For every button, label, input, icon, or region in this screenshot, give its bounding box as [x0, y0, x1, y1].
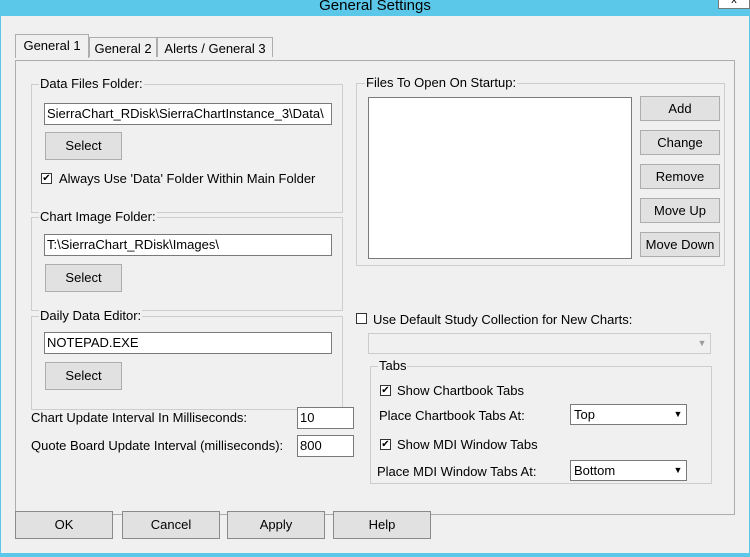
- place-chartbook-tabs-dropdown[interactable]: Top ▼: [570, 404, 687, 425]
- tabs-group-label: Tabs: [378, 358, 408, 373]
- show-chartbook-tabs-checkbox[interactable]: ✔: [380, 385, 391, 396]
- startup-files-label: Files To Open On Startup:: [365, 75, 518, 90]
- chart-update-interval-input[interactable]: 10: [297, 407, 354, 429]
- chevron-down-icon: ▼: [697, 338, 707, 348]
- change-button[interactable]: Change: [640, 130, 720, 155]
- move-down-button[interactable]: Move Down: [640, 232, 720, 257]
- chart-update-interval-label: Chart Update Interval In Milliseconds:: [31, 410, 248, 425]
- cancel-button[interactable]: Cancel: [122, 511, 220, 539]
- place-chartbook-tabs-label: Place Chartbook Tabs At:: [379, 408, 525, 423]
- quote-board-interval-label: Quote Board Update Interval (millisecond…: [31, 438, 284, 453]
- move-up-button[interactable]: Move Up: [640, 198, 720, 223]
- data-files-select-button[interactable]: Select: [45, 132, 122, 160]
- data-files-label: Data Files Folder:: [39, 76, 144, 91]
- chart-image-select-button[interactable]: Select: [45, 264, 122, 292]
- help-button[interactable]: Help: [333, 511, 431, 539]
- title-bar: General Settings x: [0, 0, 750, 16]
- always-use-data-folder-label: Always Use 'Data' Folder Within Main Fol…: [59, 171, 316, 186]
- quote-board-interval-input[interactable]: 800: [297, 435, 354, 457]
- place-mdi-tabs-label: Place MDI Window Tabs At:: [377, 464, 537, 479]
- show-mdi-tabs-label: Show MDI Window Tabs: [397, 437, 538, 452]
- remove-button[interactable]: Remove: [640, 164, 720, 189]
- close-button[interactable]: x: [718, 0, 750, 9]
- data-files-folder-field[interactable]: SierraChart_RDisk\SierraChartInstance_3\…: [44, 103, 332, 125]
- default-study-collection-checkbox[interactable]: [356, 313, 367, 324]
- chart-image-folder-field[interactable]: T:\SierraChart_RDisk\Images\: [44, 234, 332, 256]
- apply-button[interactable]: Apply: [227, 511, 325, 539]
- chevron-down-icon: ▼: [673, 409, 683, 419]
- dialog-client-area: General 1 General 2 Alerts / General 3 D…: [1, 16, 749, 553]
- add-button[interactable]: Add: [640, 96, 720, 121]
- place-mdi-tabs-dropdown[interactable]: Bottom ▼: [570, 460, 687, 481]
- startup-files-listbox[interactable]: [368, 97, 632, 259]
- show-chartbook-tabs-label: Show Chartbook Tabs: [397, 383, 524, 398]
- place-chartbook-tabs-value: Top: [574, 407, 595, 422]
- ok-button[interactable]: OK: [15, 511, 113, 539]
- daily-data-label: Daily Data Editor:: [39, 308, 143, 323]
- default-study-collection-dropdown[interactable]: ▼: [368, 333, 711, 354]
- chart-image-label: Chart Image Folder:: [39, 209, 157, 224]
- tab-alerts-general-3[interactable]: Alerts / General 3: [157, 37, 273, 57]
- chevron-down-icon: ▼: [673, 465, 683, 475]
- daily-data-select-button[interactable]: Select: [45, 362, 122, 390]
- tab-general-1[interactable]: General 1: [15, 34, 89, 58]
- always-use-data-folder-checkbox[interactable]: ✔: [41, 173, 52, 184]
- window-title: General Settings: [319, 0, 431, 14]
- show-mdi-tabs-checkbox[interactable]: ✔: [380, 439, 391, 450]
- daily-data-editor-field[interactable]: NOTEPAD.EXE: [44, 332, 332, 354]
- place-mdi-tabs-value: Bottom: [574, 463, 616, 478]
- tab-general-2[interactable]: General 2: [89, 37, 157, 57]
- default-study-collection-label: Use Default Study Collection for New Cha…: [373, 312, 633, 327]
- window-bottom-border: [0, 553, 750, 557]
